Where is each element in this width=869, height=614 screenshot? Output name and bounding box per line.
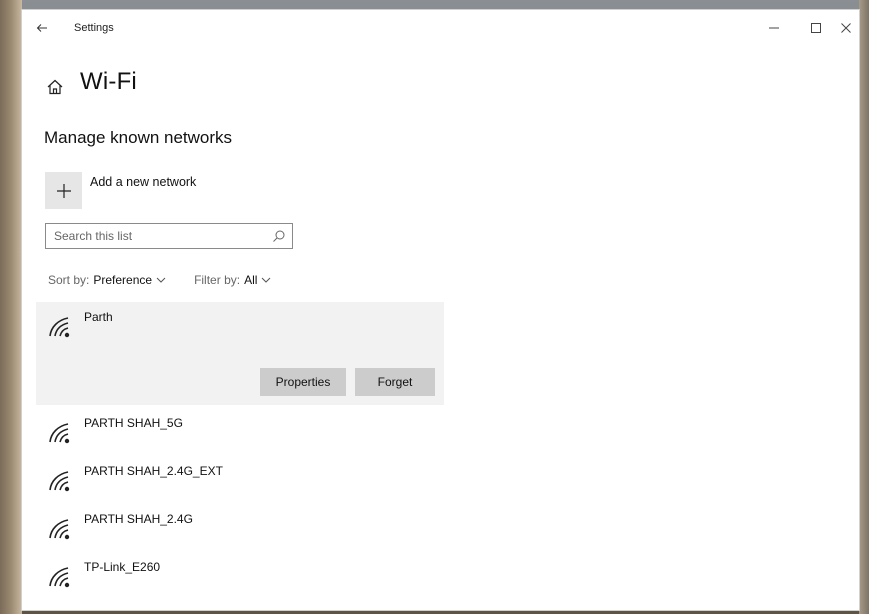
settings-window: Settings Wi-Fi Manage known networks Add… <box>22 10 859 610</box>
home-icon[interactable] <box>46 78 64 96</box>
sort-filter-bar: Sort by: Preference Filter by: All <box>48 273 271 287</box>
window-title: Settings <box>74 22 114 34</box>
network-name: PARTH SHAH_2.4G_EXT <box>84 464 223 478</box>
desktop-background <box>0 0 22 614</box>
close-button[interactable] <box>832 18 860 38</box>
filter-dropdown[interactable]: Filter by: All <box>194 273 271 287</box>
back-button[interactable] <box>30 16 54 40</box>
wifi-icon <box>49 519 70 540</box>
page-title: Wi-Fi <box>80 68 137 95</box>
network-item-selected[interactable]: Parth Properties Forget <box>36 302 444 405</box>
network-item[interactable]: PARTH SHAH_2.4G <box>36 504 444 552</box>
filter-value: All <box>244 273 258 287</box>
sort-label: Sort by: <box>48 273 90 287</box>
network-name: TP-Link_E260 <box>84 560 161 574</box>
network-item[interactable]: TP-Link_E260 <box>36 552 444 600</box>
back-arrow-icon <box>36 24 47 32</box>
minimize-icon <box>769 27 779 29</box>
wifi-icon <box>49 471 70 492</box>
search-icon[interactable] <box>272 229 286 243</box>
network-name: PARTH SHAH_5G <box>84 416 183 430</box>
chevron-down-icon <box>262 277 271 283</box>
search-input[interactable] <box>46 224 282 248</box>
plus-icon <box>56 183 71 198</box>
wifi-icon <box>49 317 70 338</box>
section-title: Manage known networks <box>44 128 233 147</box>
close-icon <box>841 23 851 33</box>
network-name: PARTH SHAH_2.4G <box>84 512 193 526</box>
wifi-icon <box>49 423 70 444</box>
properties-button[interactable]: Properties <box>260 368 346 396</box>
add-network-label[interactable]: Add a new network <box>90 175 196 189</box>
forget-button[interactable]: Forget <box>355 368 435 396</box>
desktop-background-right <box>859 0 869 614</box>
add-network-button[interactable] <box>45 172 82 209</box>
search-box <box>45 223 293 249</box>
title-bar: Settings <box>22 10 859 46</box>
network-item[interactable]: PARTH SHAH_2.4G_EXT <box>36 456 444 504</box>
chevron-down-icon <box>156 277 166 283</box>
network-item[interactable]: PARTH SHAH_5G <box>36 408 444 456</box>
maximize-icon <box>811 23 821 33</box>
minimize-button[interactable] <box>760 18 788 38</box>
sort-dropdown[interactable]: Sort by: Preference <box>48 273 166 287</box>
filter-label: Filter by: <box>194 273 241 287</box>
maximize-button[interactable] <box>802 18 830 38</box>
wifi-icon <box>49 567 70 588</box>
network-name: Parth <box>84 310 113 324</box>
sort-value: Preference <box>93 273 153 287</box>
